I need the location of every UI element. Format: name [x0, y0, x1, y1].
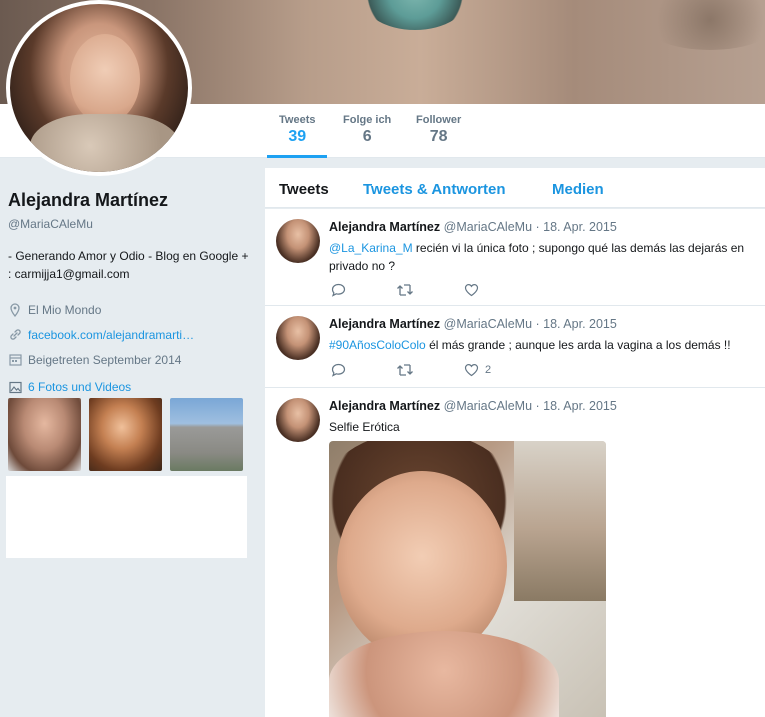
- stat-followers-label: Follower: [416, 114, 462, 126]
- retweet-icon: [397, 284, 413, 296]
- media-lower-area: [329, 631, 559, 717]
- retweet-button[interactable]: [396, 363, 414, 377]
- tweet-author-name[interactable]: Alejandra Martínez: [329, 220, 440, 234]
- tweet-text: @La_Karina_M recién vi la única foto ; s…: [329, 239, 754, 275]
- tweet-header: Alejandra Martínez @MariaCAleMu · 18. Ap…: [329, 220, 617, 234]
- tweet-item[interactable]: Alejandra Martínez @MariaCAleMu · 18. Ap…: [265, 388, 765, 717]
- image-icon: [8, 380, 22, 394]
- timeline-tabs: Tweets Tweets & Antworten Medien: [265, 168, 765, 208]
- avatar-face: [70, 34, 140, 124]
- photos-videos-link[interactable]: 6 Fotos und Videos: [8, 380, 253, 394]
- tweet-text: #90AñosColoColo él más grande ; aunque l…: [329, 336, 754, 354]
- tweet-date[interactable]: · 18. Apr. 2015: [536, 220, 617, 234]
- tweet-header: Alejandra Martínez @MariaCAleMu · 18. Ap…: [329, 317, 617, 331]
- heart-icon: [464, 363, 479, 377]
- stat-followers-count: 78: [429, 128, 448, 145]
- profile-joined: Beigetreten September 2014: [28, 352, 182, 367]
- tweet-avatar[interactable]: [276, 316, 320, 360]
- profile-meta: El Mio Mondo facebook.com/alejandramarti…: [8, 297, 253, 372]
- tweet-mention[interactable]: @La_Karina_M: [329, 241, 413, 255]
- photo-thumbnail[interactable]: [89, 398, 162, 471]
- tweet-item[interactable]: Alejandra Martínez @MariaCAleMu · 18. Ap…: [265, 209, 765, 306]
- calendar-icon: [8, 353, 22, 367]
- profile-location-row: El Mio Mondo: [8, 297, 253, 322]
- like-count: 2: [485, 364, 492, 376]
- tweet-body: él más grande ; aunque les arda la vagin…: [425, 338, 731, 352]
- tweet-author-handle[interactable]: @MariaCAleMu: [444, 220, 532, 234]
- stat-followers[interactable]: Follower 78: [416, 114, 461, 146]
- photo-grid: [8, 398, 243, 471]
- profile-bio: - Generando Amor y Odio - Blog en Google…: [8, 249, 249, 281]
- tweet-author-handle[interactable]: @MariaCAleMu: [444, 317, 532, 331]
- profile-handle[interactable]: @MariaCAleMu: [8, 217, 253, 231]
- location-pin-icon: [8, 302, 22, 317]
- tweet-actions: 2: [331, 363, 541, 377]
- like-button[interactable]: [464, 283, 485, 297]
- heart-icon: [464, 283, 479, 297]
- tweet-avatar[interactable]: [276, 398, 320, 442]
- photo-thumbnail[interactable]: [8, 398, 81, 471]
- banner-eye-image: [360, 0, 470, 30]
- retweet-icon: [397, 364, 413, 376]
- profile-joined-row: Beigetreten September 2014: [8, 347, 253, 372]
- profile-card: Alejandra Martínez @MariaCAleMu - Genera…: [8, 190, 253, 471]
- photos-videos-label: 6 Fotos und Videos: [28, 380, 132, 394]
- reply-button[interactable]: [331, 363, 346, 377]
- media-mirror-background: [514, 441, 606, 601]
- photo-thumbnail[interactable]: [170, 398, 243, 471]
- stat-tweets-count: 39: [288, 128, 307, 145]
- stat-following-label: Folge ich: [343, 114, 392, 126]
- tweet-date[interactable]: · 18. Apr. 2015: [536, 399, 617, 413]
- tweet-text: Selfie Erótica: [329, 420, 400, 434]
- retweet-button[interactable]: [396, 283, 414, 297]
- profile-location: El Mio Mondo: [28, 302, 102, 317]
- tweet-actions: [331, 283, 535, 297]
- link-icon: [8, 328, 22, 342]
- profile-website-row: facebook.com/alejandramarti…: [8, 322, 253, 347]
- avatar-shirt: [30, 114, 180, 172]
- stat-following-count: 6: [362, 128, 372, 145]
- tweet-author-name[interactable]: Alejandra Martínez: [329, 317, 440, 331]
- tweet-author-handle[interactable]: @MariaCAleMu: [444, 399, 532, 413]
- reply-icon: [331, 363, 346, 377]
- stat-following[interactable]: Folge ich 6: [343, 114, 391, 146]
- tab-tweets-replies[interactable]: Tweets & Antworten: [363, 181, 506, 198]
- banner-shadow: [640, 0, 765, 50]
- tweet-avatar[interactable]: [276, 219, 320, 263]
- tweet-hashtag[interactable]: #90AñosColoColo: [329, 338, 426, 352]
- tab-media[interactable]: Medien: [552, 181, 604, 198]
- tweet-item[interactable]: Alejandra Martínez @MariaCAleMu · 18. Ap…: [265, 306, 765, 388]
- tab-tweets[interactable]: Tweets: [279, 181, 329, 198]
- tweet-date[interactable]: · 18. Apr. 2015: [536, 317, 617, 331]
- sidebar-blank-card: [6, 476, 247, 558]
- reply-button[interactable]: [331, 283, 346, 297]
- tweet-header: Alejandra Martínez @MariaCAleMu · 18. Ap…: [329, 399, 617, 413]
- tweet-author-name[interactable]: Alejandra Martínez: [329, 399, 440, 413]
- like-button[interactable]: 2: [464, 363, 491, 377]
- profile-name[interactable]: Alejandra Martínez: [8, 190, 253, 211]
- profile-website-link[interactable]: facebook.com/alejandramarti…: [28, 328, 194, 342]
- stat-tweets-label: Tweets: [279, 114, 316, 126]
- tweet-media-photo[interactable]: [329, 441, 606, 717]
- stat-tweets[interactable]: Tweets 39: [266, 114, 329, 158]
- reply-icon: [331, 283, 346, 297]
- profile-avatar[interactable]: [6, 0, 192, 176]
